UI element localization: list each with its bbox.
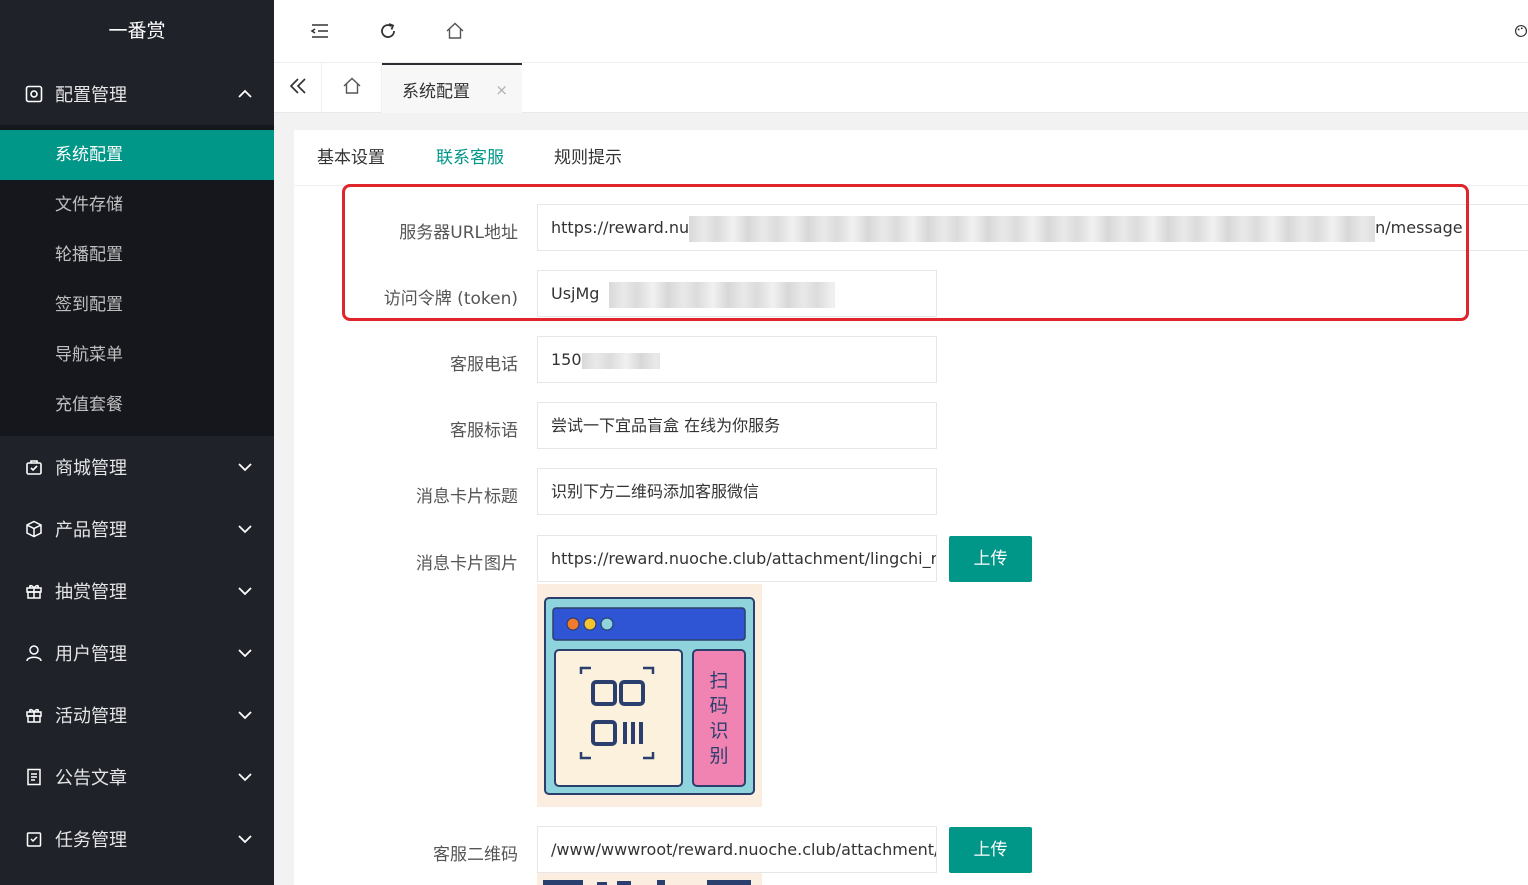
qr-code-preview: [537, 873, 762, 885]
chevron-down-icon: [234, 646, 256, 660]
menu-fold-icon[interactable]: [309, 20, 331, 42]
tab-home[interactable]: [322, 63, 382, 113]
sidebar-group-announcement[interactable]: 公告文章: [0, 746, 274, 808]
box-icon: [24, 519, 44, 539]
settings-icon: [24, 84, 44, 104]
refresh-icon[interactable]: [377, 20, 399, 42]
slogan-label: 客服标语: [450, 421, 518, 441]
phone-label: 客服电话: [450, 355, 518, 375]
shop-bag-icon: [24, 457, 44, 477]
double-chevron-left-icon: [288, 77, 308, 99]
preview-side-text-1: 扫: [709, 670, 728, 692]
sidebar-item-recharge-package[interactable]: 充值套餐: [0, 380, 274, 430]
phone-value-start: 150: [551, 350, 582, 369]
form-row-phone: 客服电话 150: [294, 336, 1528, 384]
sidebar-group-shop[interactable]: 商城管理: [0, 436, 274, 498]
sidebar-group-label: 公告文章: [55, 768, 127, 789]
tab-system-config[interactable]: 系统配置 ×: [382, 63, 522, 113]
sidebar-group-label: 商城管理: [55, 458, 127, 479]
qr-code-label: 客服二维码: [433, 845, 518, 865]
sidebar-group-label: 用户管理: [55, 644, 127, 665]
tab-basic-settings[interactable]: 基本设置: [317, 142, 385, 186]
sidebar-item-file-storage[interactable]: 文件存储: [0, 180, 274, 230]
form-row-slogan: 客服标语 尝试一下宜品盲盒 在线为你服务: [294, 402, 1528, 450]
page-tab-bar: 系统配置 ×: [274, 63, 1528, 113]
sidebar-item-nav-menu[interactable]: 导航菜单: [0, 330, 274, 380]
tab-scroll-left[interactable]: [274, 63, 322, 113]
preview-side-text-4: 别: [709, 745, 728, 767]
chevron-down-icon: [234, 522, 256, 536]
sidebar-group-user[interactable]: 用户管理: [0, 622, 274, 684]
redacted-blur: [581, 352, 660, 369]
top-toolbar: [274, 0, 1528, 63]
card-title-input[interactable]: 识别下方二维码添加客服微信: [537, 468, 937, 515]
tab-contact-service[interactable]: 联系客服: [428, 142, 512, 186]
preview-side-text-3: 识: [709, 720, 728, 742]
sidebar-group-label: 抽赏管理: [55, 582, 127, 603]
card-image-label: 消息卡片图片: [416, 554, 518, 574]
sidebar-group-label: 配置管理: [55, 85, 127, 106]
card-title-label: 消息卡片标题: [416, 487, 518, 507]
card-image-preview: 扫 码 识 别: [537, 584, 762, 807]
sidebar-item-system-config[interactable]: 系统配置: [0, 130, 274, 180]
form-row-qr-code: 客服二维码 /www/wwwroot/reward.nuoche.club/at…: [294, 826, 1528, 874]
chevron-up-icon: [234, 87, 256, 101]
home-icon: [342, 76, 362, 100]
form-row-card-title: 消息卡片标题 识别下方二维码添加客服微信: [294, 468, 1528, 516]
sidebar-group-label: 产品管理: [55, 520, 127, 541]
tab-label: 系统配置: [402, 81, 470, 102]
chevron-down-icon: [234, 832, 256, 846]
sidebar-group-product[interactable]: 产品管理: [0, 498, 274, 560]
sidebar-group-config[interactable]: 配置管理: [0, 63, 274, 125]
sidebar-item-checkin-config[interactable]: 签到配置: [0, 280, 274, 330]
gift-icon: [24, 705, 44, 725]
qr-code-input[interactable]: /www/wwwroot/reward.nuoche.club/attachme…: [537, 826, 937, 873]
user-icon: [24, 643, 44, 663]
app-logo-title: 一番赏: [0, 0, 274, 63]
sidebar-group-activity[interactable]: 活动管理: [0, 684, 274, 746]
chevron-down-icon: [234, 708, 256, 722]
sidebar-submenu-config: 系统配置 文件存储 轮播配置 签到配置 导航菜单 充值套餐: [0, 125, 274, 436]
task-icon: [24, 829, 44, 849]
sidebar: 一番赏 配置管理 系统配置 文件存储 轮播配置 签到配置 导航菜单 充值套餐 商…: [0, 0, 274, 885]
card-image-input[interactable]: https://reward.nuoche.club/attachment/li…: [537, 535, 937, 582]
form-row-card-image: 消息卡片图片 https://reward.nuoche.club/attach…: [294, 535, 1528, 583]
document-icon: [24, 767, 44, 787]
card-image-upload-button[interactable]: 上传: [949, 536, 1032, 582]
qr-code-upload-button[interactable]: 上传: [949, 827, 1032, 873]
slogan-input[interactable]: 尝试一下宜品盲盒 在线为你服务: [537, 402, 937, 449]
sidebar-item-banner-config[interactable]: 轮播配置: [0, 230, 274, 280]
home-icon[interactable]: [444, 20, 466, 42]
close-icon[interactable]: ×: [495, 81, 508, 99]
sidebar-group-task[interactable]: 任务管理: [0, 808, 274, 870]
sidebar-group-label: 活动管理: [55, 706, 127, 727]
chevron-down-icon: [234, 770, 256, 784]
chevron-down-icon: [234, 584, 256, 598]
phone-input[interactable]: 150: [537, 336, 937, 383]
gift-icon: [24, 581, 44, 601]
sidebar-group-label: 任务管理: [55, 830, 127, 851]
sidebar-group-lottery[interactable]: 抽赏管理: [0, 560, 274, 622]
highlight-annotation-box: [342, 184, 1469, 321]
theme-icon[interactable]: [1514, 20, 1528, 42]
chevron-down-icon: [234, 460, 256, 474]
preview-side-text-2: 码: [709, 695, 728, 717]
tab-rule-tips[interactable]: 规则提示: [554, 142, 622, 186]
